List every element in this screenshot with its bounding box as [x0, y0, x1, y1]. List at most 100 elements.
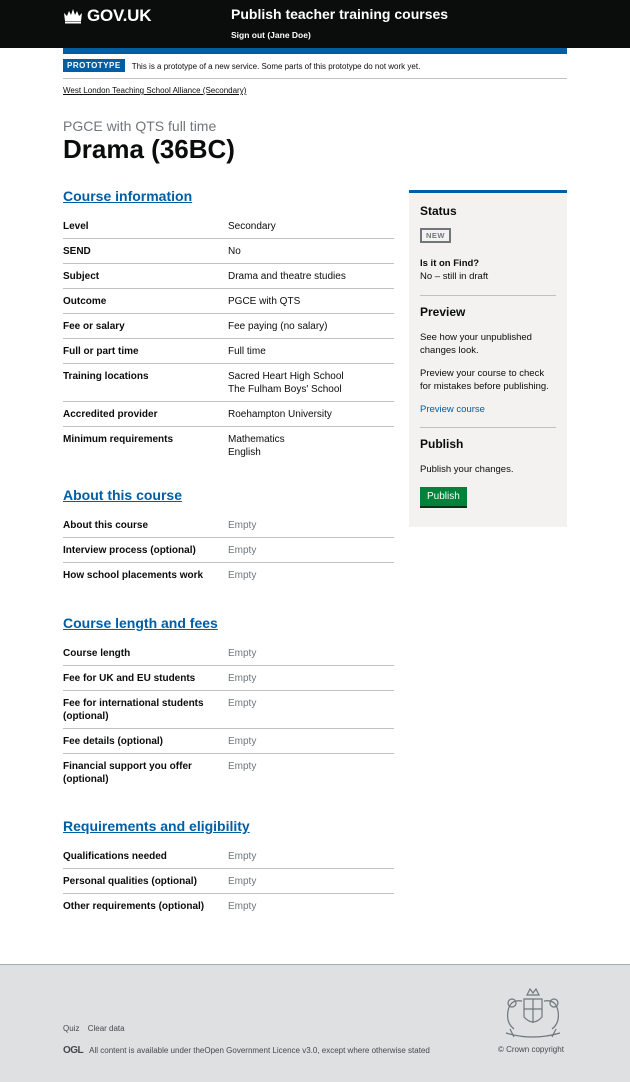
row-value: Roehampton University [228, 409, 332, 420]
row-key: Qualifications needed [63, 851, 167, 862]
summary-row-training-locations: Training locations Sacred Heart High Scho… [63, 364, 394, 402]
row-key: Outcome [63, 296, 107, 307]
summary-row: Personal qualities (optional) Empty [63, 869, 394, 894]
row-value: Empty [228, 673, 257, 684]
crown-copyright[interactable]: © Crown copyright [498, 1045, 564, 1054]
about-course-list: About this course Empty Interview process… [63, 513, 394, 587]
publish-button[interactable]: Publish [420, 487, 467, 506]
summary-row: Fee details (optional) Empty [63, 729, 394, 754]
course-length-fees-heading[interactable]: Course length and fees [63, 615, 218, 631]
logo-text: GOV.UK [87, 6, 152, 25]
row-key: Financial support you offer (optional) [63, 761, 192, 785]
site-footer: Quiz Clear data OGL All content is avail… [0, 964, 630, 1082]
summary-row: Fee for UK and EU students Empty [63, 666, 394, 691]
course-length-fees-list: Course length Empty Fee for UK and EU stu… [63, 641, 394, 791]
royal-coat-of-arms-icon [505, 987, 561, 1038]
organisation-link[interactable]: West London Teaching School Alliance (Se… [63, 86, 246, 95]
preview-heading: Preview [420, 305, 466, 319]
row-key: Accredited provider [63, 409, 158, 420]
row-value: PGCE with QTS [228, 296, 301, 307]
footer-link-clear-data[interactable]: Clear data [88, 1024, 125, 1033]
find-label: Is it on Find? [420, 258, 480, 269]
row-key: Fee for international students (optional… [63, 698, 204, 722]
summary-row-outcome: Outcome PGCE with QTS [63, 289, 394, 314]
licence-statement: OGL All content is available under the O… [63, 1045, 430, 1056]
summary-row: Course length Empty [63, 641, 394, 666]
summary-row-accredited-provider: Accredited provider Roehampton University [63, 402, 394, 427]
footer-link-quiz[interactable]: Quiz [63, 1024, 79, 1033]
row-key: SEND [63, 246, 91, 257]
phase-tag: PROTOTYPE [63, 59, 125, 72]
summary-row-level: Level Secondary [63, 214, 394, 239]
summary-row: Interview process (optional) Empty [63, 538, 394, 563]
licence-suffix: , except where otherwise stated [317, 1046, 430, 1055]
summary-row: How school placements work Empty [63, 563, 394, 587]
row-value: Empty [228, 876, 257, 887]
licence-link[interactable]: Open Government Licence v3.0 [204, 1046, 317, 1055]
sidebar-divider [420, 427, 556, 428]
location-1: Sacred Heart High School [228, 371, 344, 382]
requirement-2: English [228, 447, 261, 458]
row-key: Level [63, 221, 89, 232]
summary-row-subject: Subject Drama and theatre studies [63, 264, 394, 289]
about-course-heading[interactable]: About this course [63, 487, 182, 503]
preview-text: See how your unpublished changes look. [420, 332, 532, 356]
summary-row: Qualifications needed Empty [63, 844, 394, 869]
find-value: No – still in draft [420, 271, 489, 282]
course-information-heading[interactable]: Course information [63, 188, 192, 204]
summary-row: Other requirements (optional) Empty [63, 894, 394, 918]
page-title: Drama (36BC) [63, 134, 235, 164]
row-value: Empty [228, 570, 257, 581]
summary-row: Fee for international students (optional… [63, 691, 394, 729]
requirements-list: Qualifications needed Empty Personal qual… [63, 844, 394, 918]
preview-course-link[interactable]: Preview course [420, 404, 485, 415]
summary-row-minimum-requirements: Minimum requirements Mathematics English [63, 427, 394, 464]
row-value: Fee paying (no salary) [228, 321, 328, 332]
row-value: Full time [228, 346, 266, 357]
row-key: Interview process (optional) [63, 545, 196, 556]
page-caption: PGCE with QTS full time [63, 118, 217, 134]
row-key: Fee details (optional) [63, 736, 164, 747]
summary-row-fee-or-salary: Fee or salary Fee paying (no salary) [63, 314, 394, 339]
requirement-1: Mathematics [228, 434, 285, 445]
requirements-heading[interactable]: Requirements and eligibility [63, 818, 250, 834]
publish-text: Publish your changes. [420, 464, 514, 475]
row-key: Full or part time [63, 346, 139, 357]
signout-link[interactable]: Sign out (Jane Doe) [231, 30, 311, 40]
phase-text: This is a prototype of a new service. So… [131, 62, 421, 71]
crown-icon [64, 9, 82, 24]
row-key: About this course [63, 520, 149, 531]
sidebar-divider [420, 295, 556, 296]
publish-heading: Publish [420, 437, 464, 451]
row-key: Personal qualities (optional) [63, 876, 197, 887]
status-sidebar: Status NEW Is it on Find? No – still in … [409, 190, 567, 527]
row-value: Empty [228, 520, 257, 531]
row-value: Empty [228, 851, 257, 862]
location-2: The Fulham Boys' School [228, 384, 342, 395]
row-value: Sacred Heart High School The Fulham Boys'… [228, 370, 394, 396]
row-value: No [228, 246, 241, 257]
header-accent-bar [63, 48, 567, 54]
preview-check-text: Preview your course to check for mistake… [420, 368, 549, 392]
row-value: Empty [228, 761, 257, 772]
row-value: Empty [228, 901, 257, 912]
row-key: Course length [63, 648, 131, 659]
row-key: Minimum requirements [63, 434, 174, 445]
course-information-list: Level Secondary SEND No Subject Drama and t… [63, 214, 394, 464]
row-key: Subject [63, 271, 100, 282]
licence-prefix: All content is available under the [89, 1046, 205, 1055]
row-key: Training locations [63, 371, 149, 382]
row-value: Empty [228, 698, 257, 709]
row-value: Empty [228, 736, 257, 747]
summary-row-study-mode: Full or part time Full time [63, 339, 394, 364]
row-key: How school placements work [63, 570, 204, 581]
row-key: Fee or salary [63, 321, 125, 332]
govuk-logo[interactable]: GOV.UK [63, 6, 152, 26]
service-name[interactable]: Publish teacher training courses [231, 6, 448, 22]
row-key: Fee for UK and EU students [63, 673, 196, 684]
footer-links: Quiz Clear data [63, 1024, 131, 1033]
row-value: Empty [228, 545, 257, 556]
row-value: Secondary [228, 221, 276, 232]
site-header: GOV.UK Publish teacher training courses … [0, 0, 630, 48]
summary-row: About this course Empty [63, 513, 394, 538]
